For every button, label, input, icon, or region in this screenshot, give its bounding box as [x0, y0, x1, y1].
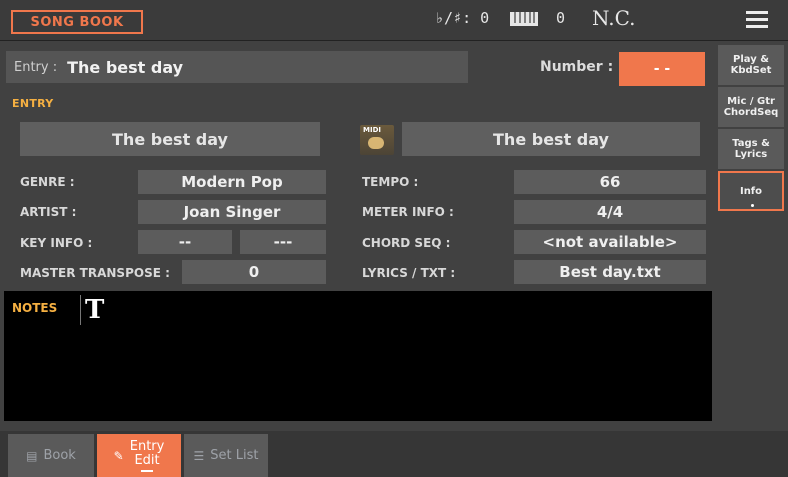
tab-book-label: Book	[43, 448, 76, 463]
entry-value: The best day	[67, 57, 184, 77]
book-icon: ▤	[26, 448, 38, 463]
entry-name-field[interactable]: Entry : The best day	[6, 51, 468, 83]
midi-icon-label: MIDI	[363, 126, 381, 134]
tab-entry-edit-label: Entry Edit	[129, 438, 165, 468]
tab-tags-lyrics[interactable]: Tags & Lyrics	[718, 129, 784, 169]
key-info-label: KEY INFO :	[20, 236, 93, 250]
section-entry-title: ENTRY	[12, 97, 54, 110]
tempo-field[interactable]: 66	[514, 170, 706, 194]
chord-seq-field[interactable]: <not available>	[514, 230, 706, 254]
keyboard-icon	[510, 12, 538, 30]
notes-area[interactable]: NOTES T	[4, 291, 712, 421]
list-icon: ☰	[193, 448, 205, 463]
tab-play-kbdset[interactable]: Play & KbdSet	[718, 45, 784, 85]
notes-label: NOTES	[12, 301, 58, 315]
number-field[interactable]: - -	[619, 52, 705, 86]
midi-name-field[interactable]: The best day	[402, 122, 700, 156]
tab-set-list-label: Set List	[210, 448, 259, 463]
lyrics-txt-label: LYRICS / TXT :	[362, 266, 456, 280]
main-panel: Entry : The best day Number : - - ENTRY …	[0, 41, 714, 431]
tab-info[interactable]: Info	[718, 171, 784, 211]
artist-label: ARTIST :	[20, 205, 77, 219]
meter-info-field[interactable]: 4/4	[514, 200, 706, 224]
menu-icon[interactable]	[746, 11, 768, 28]
tab-mic-gtr-chordseq[interactable]: Mic / Gtr ChordSeq	[718, 87, 784, 127]
tempo-label: TEMPO :	[362, 175, 419, 189]
pencil-icon: ✎	[113, 448, 124, 463]
key-info-field-1[interactable]: --	[138, 230, 232, 254]
transpose-status: ♭/♯: 0	[435, 9, 490, 27]
entry-label: Entry :	[14, 59, 58, 75]
number-label: Number :	[540, 59, 614, 75]
lyrics-txt-field[interactable]: Best day.txt	[514, 260, 706, 284]
genre-field[interactable]: Modern Pop	[138, 170, 326, 194]
keyboard-value: 0	[556, 9, 566, 27]
chord-display: N.C.	[592, 6, 636, 30]
midi-icon: MIDI	[360, 125, 394, 155]
master-transpose-field[interactable]: 0	[182, 260, 326, 284]
top-bar: SONG BOOK ♭/♯: 0 0 N.C.	[0, 0, 788, 41]
genre-label: GENRE :	[20, 175, 75, 189]
text-format-icon[interactable]: T	[80, 295, 104, 325]
tab-entry-edit[interactable]: ✎ Entry Edit	[97, 434, 181, 477]
tab-info-label: Info	[739, 185, 763, 197]
side-tabs: Play & KbdSet Mic / Gtr ChordSeq Tags & …	[714, 41, 788, 431]
key-info-field-2[interactable]: ---	[240, 230, 326, 254]
tab-set-list[interactable]: ☰ Set List	[184, 434, 268, 477]
song-book-button[interactable]: SONG BOOK	[11, 10, 143, 34]
style-name-field[interactable]: The best day	[20, 122, 320, 156]
bottom-tab-bar: ▤ Book ✎ Entry Edit ☰ Set List	[0, 431, 788, 477]
master-transpose-label: MASTER TRANSPOSE :	[20, 266, 170, 280]
meter-info-label: METER INFO :	[362, 205, 454, 219]
tab-book[interactable]: ▤ Book	[8, 434, 94, 477]
artist-field[interactable]: Joan Singer	[138, 200, 326, 224]
chord-seq-label: CHORD SEQ :	[362, 236, 451, 250]
